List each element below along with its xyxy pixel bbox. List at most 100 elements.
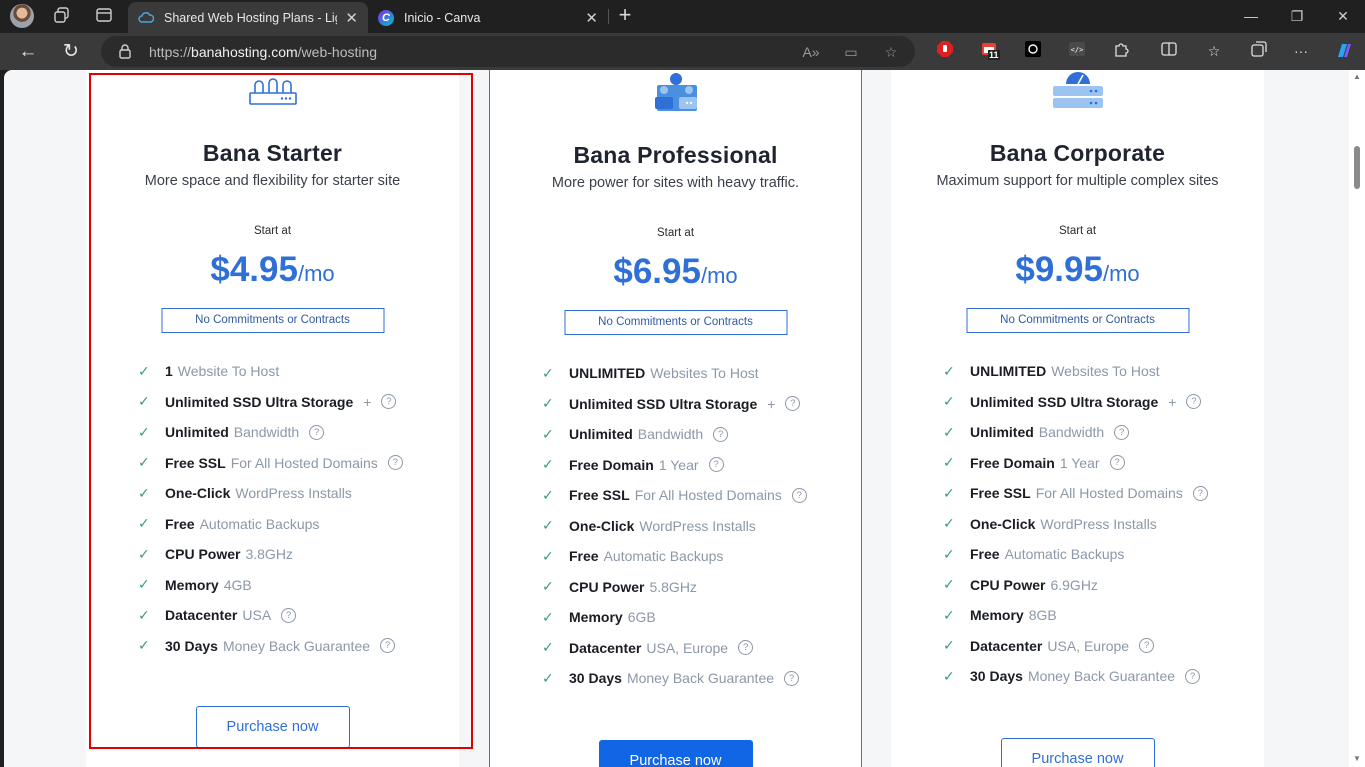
price-period: /mo	[1102, 261, 1140, 286]
feature-item: ✓ Free Automatic Backups	[138, 509, 438, 540]
feature-label: Free SSL	[569, 487, 630, 504]
tab-canva[interactable]: C Inicio - Canva ✕	[368, 2, 608, 33]
immersive-reader-icon[interactable]: ▭	[841, 42, 861, 62]
minimize-button[interactable]: —	[1228, 5, 1274, 27]
feature-detail: Money Back Guarantee	[222, 637, 371, 654]
check-icon: ✓	[138, 606, 150, 623]
plan-description: More space and flexibility for starter s…	[144, 173, 401, 189]
copilot-icon[interactable]	[1333, 40, 1355, 62]
check-icon: ✓	[138, 393, 150, 410]
vertical-scrollbar[interactable]: ▲ ▼	[1349, 70, 1365, 767]
purchase-now-button[interactable]: Purchase now	[598, 740, 753, 767]
check-icon: ✓	[943, 606, 955, 623]
feature-label: 1	[165, 363, 173, 380]
help-question-icon[interactable]: ?	[791, 487, 807, 503]
help-question-icon[interactable]: ?	[387, 455, 403, 471]
start-at-label: Start at	[1058, 225, 1097, 237]
feature-label: Free SSL	[165, 454, 226, 471]
check-icon: ✓	[943, 423, 955, 440]
check-icon: ✓	[138, 454, 150, 471]
feature-item: ✓ Datacenter USA?	[138, 600, 438, 631]
tab-actions-icon[interactable]	[94, 6, 114, 26]
browser-toolbar: ← ↻ https://banahosting.com/web-hosting …	[0, 33, 1365, 70]
tab-banahosting[interactable]: Shared Web Hosting Plans - Lightning Fas…	[128, 2, 368, 33]
url-text[interactable]: https://banahosting.com/web-hosting	[149, 44, 377, 60]
close-tab-icon[interactable]: ✕	[585, 9, 598, 27]
check-icon: ✓	[542, 425, 554, 442]
feature-label: CPU Power	[970, 576, 1046, 593]
feature-label: 30 Days	[569, 670, 622, 687]
address-bar[interactable]: https://banahosting.com/web-hosting A» ▭…	[101, 36, 915, 67]
refresh-button[interactable]: ↻	[58, 39, 84, 65]
calendar-extension-icon[interactable]: 11	[979, 40, 1001, 62]
code-extension-icon[interactable]: </>	[1066, 40, 1088, 62]
feature-detail: 6GB	[627, 609, 656, 626]
profile-avatar[interactable]	[10, 4, 34, 28]
help-question-icon[interactable]: ?	[1114, 424, 1130, 440]
help-question-icon[interactable]: ?	[380, 638, 396, 654]
feature-item: ✓ One-Click WordPress Installs	[542, 511, 842, 542]
feature-item: ✓ Free SSL For All Hosted Domains?	[943, 478, 1243, 509]
feature-detail: USA	[242, 607, 272, 624]
feature-detail: Automatic Backups	[603, 548, 724, 565]
feature-list: ✓ UNLIMITED Websites To Host ✓ Unlimited SSD…	[943, 356, 1243, 692]
check-icon: ✓	[943, 362, 955, 379]
help-question-icon[interactable]: ?	[738, 640, 754, 656]
plan-price: $9.95/mo	[891, 250, 1264, 290]
feature-label: Memory	[569, 609, 623, 626]
check-icon: ✓	[943, 667, 955, 684]
check-icon: ✓	[138, 515, 150, 532]
workspaces-icon[interactable]	[52, 6, 72, 26]
check-icon: ✓	[542, 456, 554, 473]
help-question-icon[interactable]: ?	[708, 457, 724, 473]
more-menu-icon[interactable]: ···	[1290, 40, 1312, 62]
no-commitments-badge: No Commitments or Contracts	[966, 308, 1189, 333]
lock-icon[interactable]	[119, 44, 131, 59]
feature-detail: Website To Host	[177, 363, 280, 380]
help-question-icon[interactable]: ?	[785, 396, 801, 412]
scroll-up-arrow-icon[interactable]: ▲	[1352, 72, 1362, 81]
help-question-icon[interactable]: ?	[1192, 485, 1208, 501]
help-question-icon[interactable]: ?	[1109, 455, 1125, 471]
check-icon: ✓	[138, 423, 150, 440]
scrollbar-thumb[interactable]	[1354, 146, 1360, 189]
help-question-icon[interactable]: ?	[1139, 638, 1155, 654]
help-question-icon[interactable]: ?	[281, 607, 297, 623]
help-question-icon[interactable]: ?	[713, 426, 729, 442]
feature-detail: 8GB	[1028, 607, 1057, 624]
feature-label: Unlimited	[970, 424, 1034, 441]
help-question-icon[interactable]: ?	[1186, 394, 1202, 410]
favorites-icon[interactable]: ☆	[1203, 40, 1225, 62]
help-question-icon[interactable]: ?	[381, 394, 397, 410]
read-aloud-icon[interactable]: A»	[801, 42, 821, 62]
help-question-icon[interactable]: ?	[784, 670, 800, 686]
close-tab-icon[interactable]: ✕	[345, 9, 358, 27]
chatgpt-extension-icon[interactable]	[1022, 40, 1044, 62]
start-at-label: Start at	[253, 225, 292, 237]
close-window-button[interactable]: ✕	[1320, 5, 1365, 27]
cloud-favicon-icon	[138, 10, 155, 26]
back-button[interactable]: ←	[15, 39, 41, 65]
plan-description: More power for sites with heavy traffic.	[551, 175, 800, 191]
feature-detail: Automatic Backups	[1004, 546, 1125, 563]
page-content: Bana Starter More space and flexibility …	[4, 70, 1349, 767]
feature-item: ✓ Free Domain 1 Year?	[943, 448, 1243, 479]
feature-item: ✓ Unlimited Bandwidth?	[138, 417, 438, 448]
feature-label: Unlimited	[165, 424, 229, 441]
favorite-star-icon[interactable]: ☆	[881, 42, 901, 62]
adblock-extension-icon[interactable]	[934, 40, 956, 62]
split-screen-icon[interactable]	[1158, 40, 1180, 62]
purchase-now-button[interactable]: Purchase now	[195, 706, 350, 748]
help-question-icon[interactable]: ?	[1185, 668, 1201, 684]
extensions-puzzle-icon[interactable]	[1111, 40, 1133, 62]
feature-item: ✓ UNLIMITED Websites To Host	[943, 356, 1243, 387]
check-icon: ✓	[542, 486, 554, 503]
collections-icon[interactable]	[1248, 40, 1270, 62]
new-tab-button[interactable]: +	[612, 3, 638, 29]
tab-title: Inicio - Canva	[404, 10, 481, 25]
help-question-icon[interactable]: ?	[309, 424, 325, 440]
scroll-down-arrow-icon[interactable]: ▼	[1352, 754, 1362, 763]
feature-detail: For All Hosted Domains	[634, 487, 782, 504]
purchase-now-button[interactable]: Purchase now	[1000, 738, 1155, 767]
restore-button[interactable]: ❐	[1274, 5, 1320, 27]
